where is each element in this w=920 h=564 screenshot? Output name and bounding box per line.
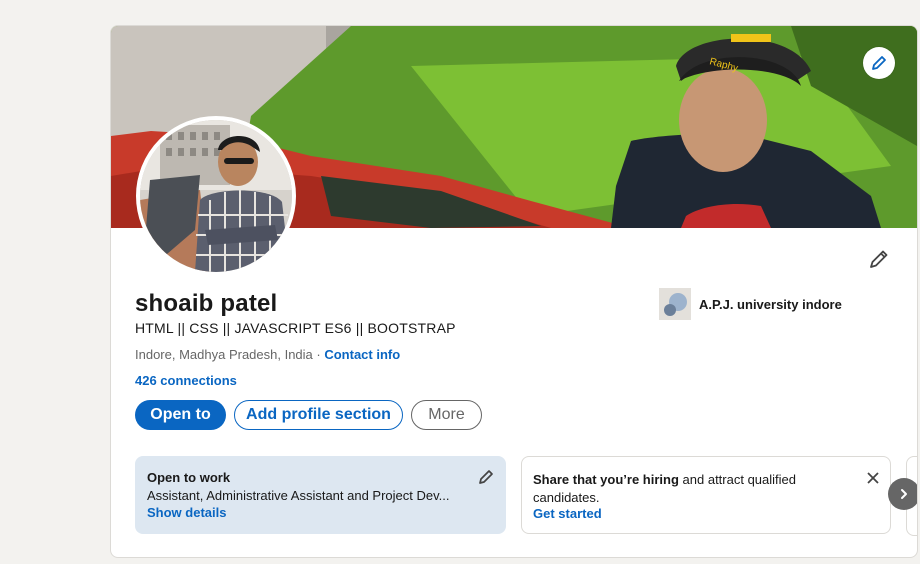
location-text: Indore, Madhya Pradesh, India [135,347,313,362]
profile-location-row: Indore, Madhya Pradesh, India · Contact … [135,347,400,362]
chevron-right-icon [901,489,907,499]
show-details-link[interactable]: Show details [147,505,226,520]
profile-headline: HTML || CSS || JAVASCRIPT ES6 || BOOTSTR… [135,320,456,336]
open-to-work-roles: Assistant, Administrative Assistant and … [147,488,450,503]
open-to-button[interactable]: Open to [135,400,226,430]
university-name: A.P.J. university indore [699,296,842,312]
hiring-message: Share that you’re hiring and attract qua… [533,471,833,507]
close-icon [867,472,879,484]
edit-intro-button[interactable] [864,244,894,274]
contact-info-link[interactable]: Contact info [324,347,400,362]
share-hiring-card: Share that you’re hiring and attract qua… [521,456,891,534]
pencil-icon [479,470,493,484]
add-profile-section-button[interactable]: Add profile section [234,400,403,430]
edit-open-to-work-button[interactable] [475,466,497,488]
carousel-next-button[interactable] [888,478,917,510]
connections-link[interactable]: 426 connections [135,373,237,388]
pencil-icon [870,250,888,268]
education-entry[interactable]: A.P.J. university indore [659,288,842,320]
more-button[interactable]: More [411,400,482,430]
location-separator: · [312,347,325,362]
open-to-work-title: Open to work [147,470,231,485]
hiring-bold-text: Share that you’re hiring [533,472,679,487]
profile-avatar[interactable] [136,116,296,276]
dismiss-hiring-button[interactable] [862,467,884,489]
get-started-link[interactable]: Get started [533,506,602,521]
profile-card: Raphy shoaib patel HTML || CSS || JAVASC… [110,25,918,558]
pencil-icon [872,56,886,70]
edit-banner-button[interactable] [863,47,895,79]
profile-name: shoaib patel [135,290,278,317]
school-icon [659,288,691,320]
open-to-work-card: Open to work Assistant, Administrative A… [135,456,506,534]
avatar-photo [140,120,292,272]
university-logo [659,288,691,320]
